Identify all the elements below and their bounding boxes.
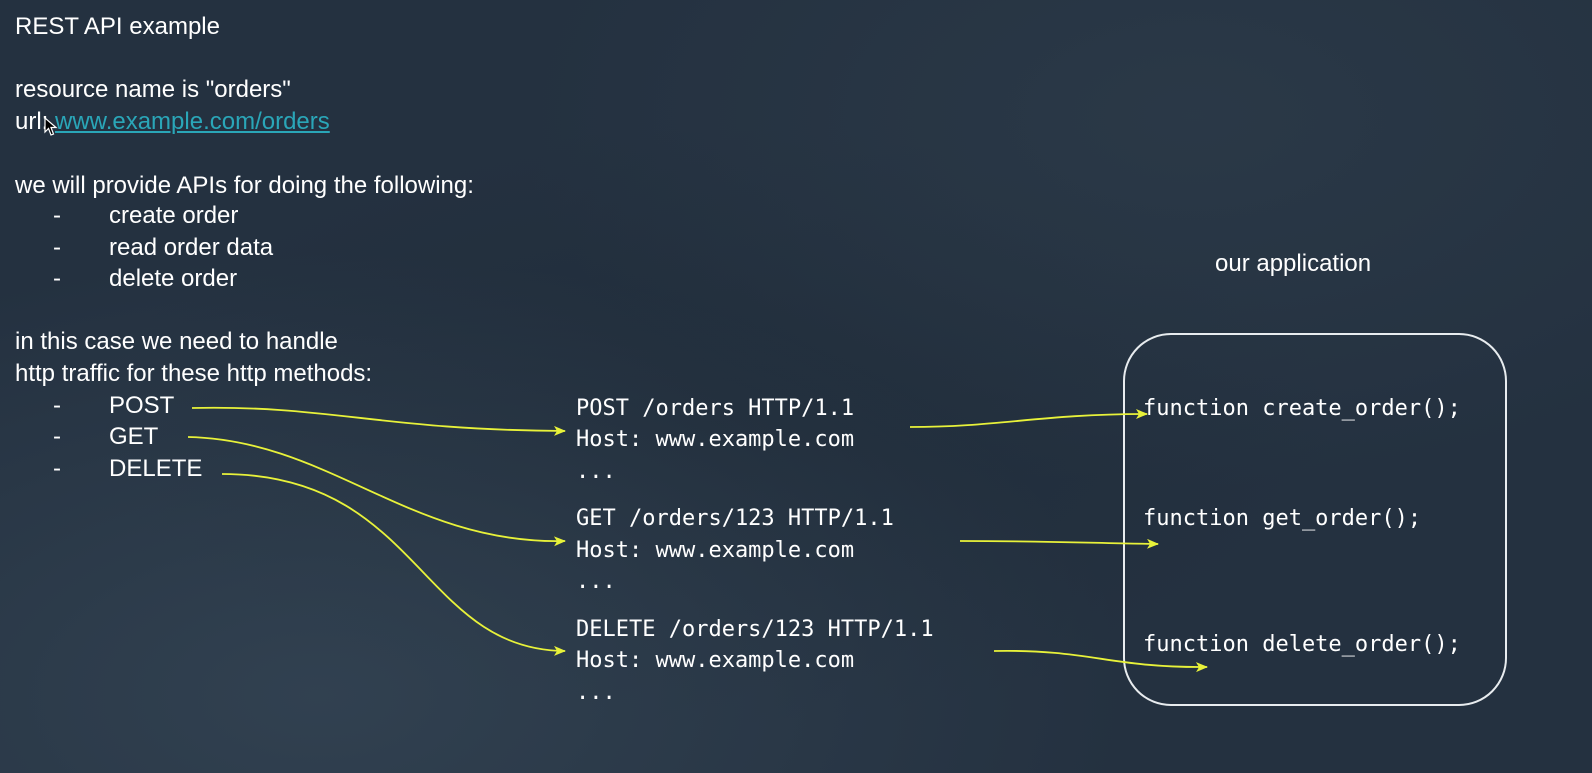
arrow-post-to-request (191, 406, 566, 436)
arrow-request-post-to-function (909, 409, 1148, 428)
arrows-layer (187, 406, 1208, 673)
arrow-request-delete-to-function (993, 649, 1208, 673)
arrow-request-get-to-function (959, 538, 1159, 549)
mouse-pointer-icon (44, 117, 58, 136)
arrow-get-to-request (187, 436, 566, 547)
